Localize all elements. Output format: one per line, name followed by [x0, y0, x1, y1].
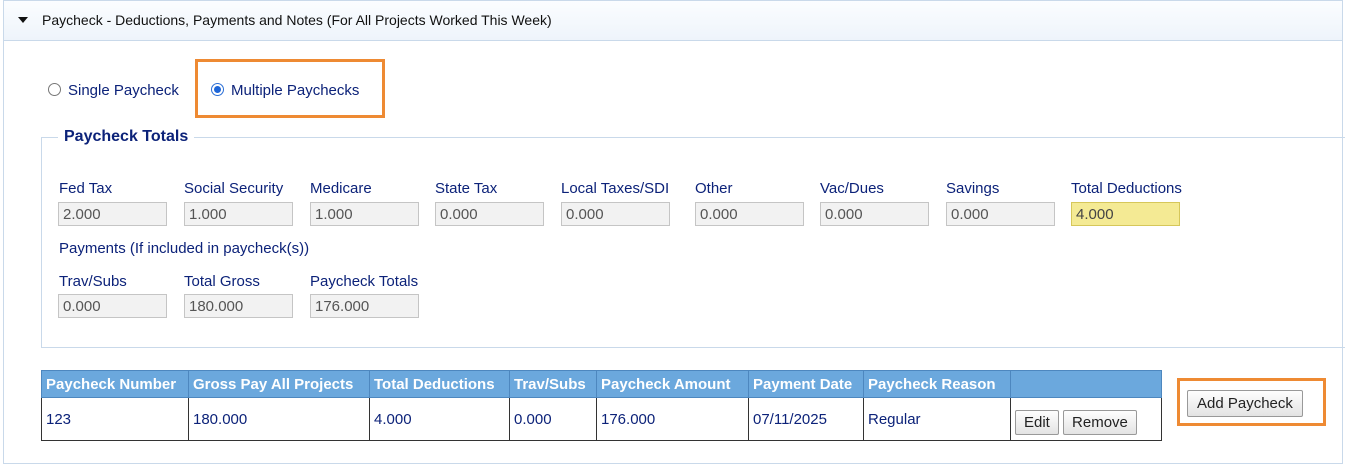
cell-paycheck-number: 123 [41, 397, 189, 441]
other-field[interactable] [695, 202, 804, 226]
trav-subs-label: Trav/Subs [59, 273, 127, 290]
col-paycheck-reason: Paycheck Reason [863, 370, 1011, 398]
social-security-field[interactable] [184, 202, 293, 226]
single-paycheck-label[interactable]: Single Paycheck [68, 82, 179, 99]
total-deductions-label: Total Deductions [1071, 180, 1182, 197]
medicare-field[interactable] [310, 202, 419, 226]
savings-field[interactable] [946, 202, 1055, 226]
table-row: 123 180.000 4.000 0.000 176.000 07/11/20… [41, 397, 1162, 441]
fed-tax-field[interactable] [58, 202, 167, 226]
table-header-row: Paycheck Number Gross Pay All Projects T… [41, 370, 1162, 398]
edit-button[interactable]: Edit [1015, 409, 1059, 435]
cell-total-deductions: 4.000 [369, 397, 510, 441]
social-security-label: Social Security [184, 180, 284, 197]
add-paycheck-highlight [1177, 378, 1326, 426]
caret-down-icon[interactable] [18, 17, 28, 23]
paycheck-totals-legend: Paycheck Totals [64, 128, 189, 145]
local-taxes-field[interactable] [561, 202, 670, 226]
state-tax-label: State Tax [435, 180, 498, 197]
section-header[interactable]: Paycheck - Deductions, Payments and Note… [4, 1, 1342, 41]
section-title: Paycheck - Deductions, Payments and Note… [42, 12, 552, 28]
cell-gross-pay: 180.000 [188, 397, 370, 441]
paychecks-table: Paycheck Number Gross Pay All Projects T… [41, 370, 1162, 441]
local-taxes-label: Local Taxes/SDI [561, 180, 670, 197]
col-payment-date: Payment Date [748, 370, 864, 398]
savings-label: Savings [946, 180, 1000, 197]
single-paycheck-radio[interactable] [48, 83, 61, 96]
total-gross-label: Total Gross [184, 273, 260, 290]
col-gross-pay: Gross Pay All Projects [188, 370, 370, 398]
medicare-label: Medicare [310, 180, 372, 197]
cell-payment-date: 07/11/2025 [748, 397, 864, 441]
cell-paycheck-amount: 176.000 [596, 397, 749, 441]
payments-heading: Payments (If included in paycheck(s)) [59, 240, 310, 257]
vac-dues-field[interactable] [820, 202, 929, 226]
col-actions [1010, 370, 1162, 398]
col-trav-subs: Trav/Subs [509, 370, 597, 398]
trav-subs-field[interactable] [58, 294, 167, 318]
col-paycheck-amount: Paycheck Amount [596, 370, 749, 398]
total-deductions-field[interactable] [1071, 202, 1180, 226]
state-tax-field[interactable] [435, 202, 544, 226]
vac-dues-label: Vac/Dues [820, 180, 884, 197]
cell-paycheck-reason: Regular [863, 397, 1011, 441]
cell-actions: Edit Remove [1010, 397, 1162, 441]
remove-button[interactable]: Remove [1063, 409, 1137, 435]
total-gross-field[interactable] [184, 294, 293, 318]
paycheck-totals-label: Paycheck Totals [310, 273, 419, 290]
fed-tax-label: Fed Tax [59, 180, 113, 197]
cell-trav-subs: 0.000 [509, 397, 597, 441]
other-label: Other [695, 180, 733, 197]
multiple-paychecks-highlight [195, 59, 385, 118]
paycheck-totals-field[interactable] [310, 294, 419, 318]
col-total-deductions: Total Deductions [369, 370, 510, 398]
col-paycheck-number: Paycheck Number [41, 370, 189, 398]
